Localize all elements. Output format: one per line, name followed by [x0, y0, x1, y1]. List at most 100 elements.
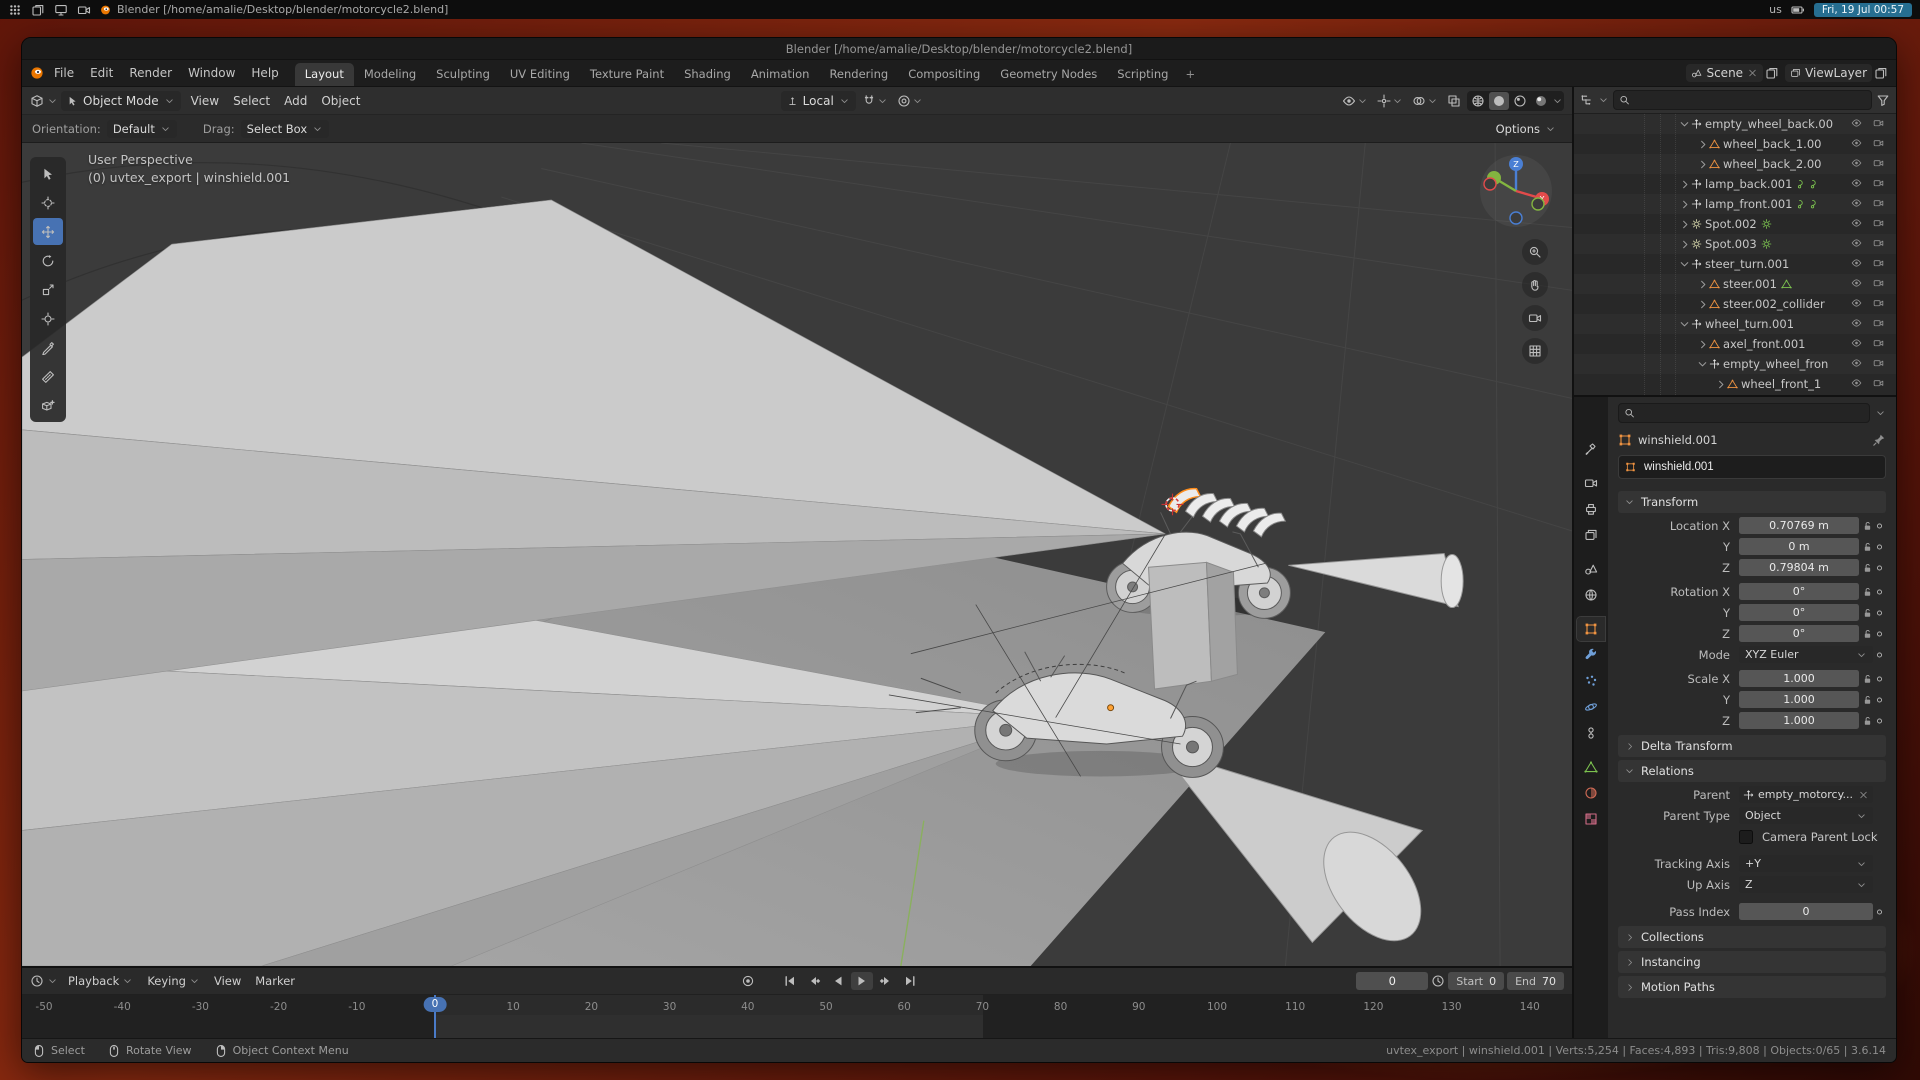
playhead-badge[interactable]: 0 — [424, 997, 447, 1012]
parent-object-field[interactable]: empty_motorcy... — [1739, 786, 1873, 803]
properties-tab-data[interactable] — [1577, 755, 1605, 779]
decorator-icon[interactable] — [1874, 607, 1885, 618]
hide-viewport-icon[interactable] — [1851, 137, 1862, 148]
disable-render-icon[interactable] — [1873, 277, 1884, 288]
frame-end-field[interactable]: End 70 — [1507, 972, 1564, 990]
lock-icon[interactable] — [1862, 520, 1873, 531]
disable-render-icon[interactable] — [1873, 257, 1884, 268]
breadcrumb-object[interactable]: winshield.001 — [1638, 433, 1718, 447]
object-name-field[interactable] — [1618, 455, 1886, 479]
number-field[interactable]: 1.000 — [1739, 670, 1859, 687]
workspace-tab-geometry-nodes[interactable]: Geometry Nodes — [990, 63, 1107, 86]
timeline-menu-playback[interactable]: Playback — [61, 972, 140, 990]
shading-solid-button[interactable] — [1489, 92, 1509, 110]
filter-icon[interactable] — [1876, 93, 1890, 107]
orientation-setting-dropdown[interactable]: Default — [107, 120, 177, 138]
os-window-entry[interactable]: Blender [/home/amalie/Desktop/blender/mo… — [100, 3, 448, 16]
number-field[interactable]: 0° — [1739, 583, 1859, 600]
disable-render-icon[interactable] — [1873, 137, 1884, 148]
number-field[interactable]: 0 m — [1739, 538, 1859, 555]
window-titlebar[interactable]: Blender [/home/amalie/Desktop/blender/mo… — [22, 38, 1896, 60]
tool-move[interactable] — [33, 218, 63, 245]
snap-toggle[interactable] — [859, 92, 891, 110]
decorator-icon[interactable] — [1874, 541, 1885, 552]
outliner-item-steer.001[interactable]: steer.001 — [1574, 274, 1896, 294]
viewport-hand-button[interactable] — [1522, 272, 1548, 298]
expand-icon[interactable] — [1697, 338, 1708, 351]
hide-viewport-icon[interactable] — [1851, 237, 1862, 248]
lock-icon[interactable] — [1862, 628, 1873, 639]
expand-icon[interactable] — [1679, 198, 1690, 211]
workspace-tab-texture-paint[interactable]: Texture Paint — [580, 63, 674, 86]
outliner-item-lamp_back.001[interactable]: lamp_back.001 — [1574, 174, 1896, 194]
hide-viewport-icon[interactable] — [1851, 177, 1862, 188]
properties-tab-texture[interactable] — [1577, 807, 1605, 831]
expand-icon[interactable] — [1697, 278, 1708, 291]
decorator-icon[interactable] — [1874, 562, 1885, 573]
outliner-editor-icon[interactable] — [1580, 93, 1594, 107]
outliner-item-steer.002_collider[interactable]: steer.002_collider — [1574, 294, 1896, 314]
auto-keying-button[interactable] — [737, 972, 759, 990]
outliner-item-label[interactable]: steer.002_collider — [1723, 297, 1825, 311]
disable-render-icon[interactable] — [1873, 357, 1884, 368]
timeline-ruler[interactable]: -50-40-30-20-100102030405060708090100110… — [22, 994, 1572, 1015]
lock-icon[interactable] — [1862, 715, 1873, 726]
tool-select-box[interactable] — [33, 160, 63, 187]
decorator-icon[interactable] — [1874, 628, 1885, 639]
hide-viewport-icon[interactable] — [1851, 197, 1862, 208]
properties-tab-material[interactable] — [1577, 781, 1605, 805]
view-layer-selector[interactable]: ViewLayer — [1785, 64, 1872, 82]
transform-orientation-dropdown[interactable]: Local — [781, 91, 856, 111]
gizmos-toggle[interactable] — [1374, 92, 1406, 110]
dropdown-up-axis[interactable]: Z — [1739, 876, 1873, 893]
decorator-icon[interactable] — [1874, 715, 1885, 726]
expand-icon[interactable] — [1696, 359, 1709, 370]
visibility-dropdown[interactable] — [1339, 92, 1371, 110]
options-dropdown[interactable]: Options — [1490, 120, 1562, 138]
outliner-item-label[interactable]: steer_turn.001 — [1705, 257, 1789, 271]
pin-icon[interactable] — [1872, 433, 1886, 447]
overlays-toggle[interactable] — [1409, 92, 1441, 110]
disable-render-icon[interactable] — [1873, 297, 1884, 308]
expand-icon[interactable] — [1679, 218, 1690, 231]
dropdown-parent-type[interactable]: Object — [1739, 807, 1873, 824]
navigation-gizmo[interactable]: Z X — [1476, 151, 1556, 231]
menu-window[interactable]: Window — [180, 64, 243, 82]
lock-icon[interactable] — [1862, 673, 1873, 684]
properties-search[interactable] — [1618, 403, 1870, 423]
section-header-relations[interactable]: Relations — [1618, 760, 1886, 782]
outliner-item-lamp_front.001[interactable]: lamp_front.001 — [1574, 194, 1896, 214]
frame-start-field[interactable]: Start 0 — [1448, 972, 1504, 990]
properties-tab-render[interactable] — [1577, 471, 1605, 495]
outliner-item-label[interactable]: empty_wheel_fron — [1723, 357, 1828, 371]
expand-icon[interactable] — [1678, 319, 1691, 330]
viewport-menu-object[interactable]: Object — [314, 92, 367, 110]
properties-tab-output[interactable] — [1577, 497, 1605, 521]
disable-render-icon[interactable] — [1873, 217, 1884, 228]
object-name-input[interactable] — [1642, 460, 1879, 474]
expand-icon[interactable] — [1679, 178, 1690, 191]
menu-file[interactable]: File — [46, 64, 82, 82]
number-field[interactable]: 1.000 — [1739, 691, 1859, 708]
expand-icon[interactable] — [1697, 138, 1708, 151]
outliner-item-label[interactable]: wheel_back_2.00 — [1723, 157, 1821, 171]
properties-tab-physics[interactable] — [1577, 695, 1605, 719]
new-view-layer-icon[interactable] — [1874, 66, 1888, 80]
properties-tab-constraints[interactable] — [1577, 721, 1605, 745]
tool-measure[interactable] — [33, 363, 63, 390]
properties-tab-view-layer[interactable] — [1577, 523, 1605, 547]
outliner-search[interactable] — [1613, 90, 1872, 110]
outliner-item-empty_wheel_fron[interactable]: empty_wheel_fron — [1574, 354, 1896, 374]
outliner-item-label[interactable]: wheel_front_1 — [1741, 377, 1821, 391]
expand-icon[interactable] — [1697, 158, 1708, 171]
tool-transform[interactable] — [33, 305, 63, 332]
workspace-tab-sculpting[interactable]: Sculpting — [426, 63, 500, 86]
next-keyframe-button[interactable] — [875, 972, 897, 990]
section-header-delta-transform[interactable]: Delta Transform — [1618, 735, 1886, 757]
number-field[interactable]: 0 — [1739, 903, 1873, 920]
lock-icon[interactable] — [1862, 562, 1873, 573]
clear-parent-icon[interactable] — [1858, 789, 1869, 800]
hide-viewport-icon[interactable] — [1851, 157, 1862, 168]
section-header-collections[interactable]: Collections — [1618, 926, 1886, 948]
workspace-tab-modeling[interactable]: Modeling — [354, 63, 426, 86]
